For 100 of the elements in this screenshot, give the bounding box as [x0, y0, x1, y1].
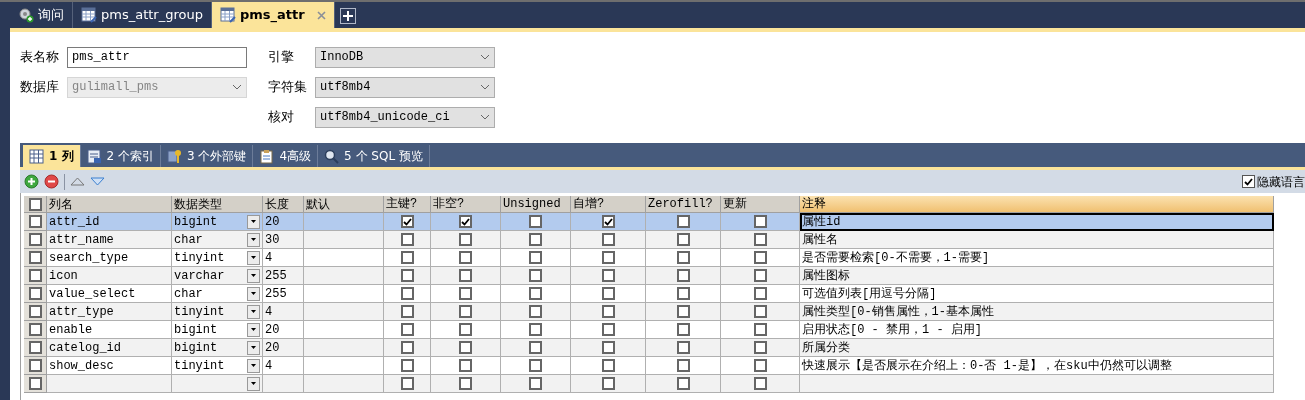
checkbox[interactable] [400, 287, 414, 300]
checkbox[interactable] [28, 197, 42, 211]
checkbox[interactable] [28, 377, 42, 390]
checkbox[interactable] [529, 233, 542, 246]
checkbox[interactable] [601, 287, 615, 300]
column-header[interactable]: Unsigned [501, 196, 571, 213]
checkbox[interactable] [753, 215, 767, 228]
checkbox[interactable] [601, 215, 615, 228]
checkbox[interactable] [529, 269, 542, 282]
checkbox[interactable] [400, 341, 414, 354]
column-header[interactable]: 非空? [431, 196, 501, 213]
checkbox[interactable] [676, 251, 690, 264]
checkbox[interactable] [28, 269, 42, 282]
checkbox[interactable] [28, 341, 42, 354]
dropdown-button[interactable] [247, 358, 260, 373]
checkbox[interactable] [753, 269, 767, 282]
checkbox[interactable] [459, 341, 472, 354]
checkbox[interactable] [459, 323, 472, 336]
checkbox[interactable] [529, 377, 542, 390]
checkbox[interactable] [753, 305, 767, 318]
checkbox[interactable] [601, 305, 615, 318]
checkbox[interactable] [400, 377, 414, 390]
checkbox[interactable] [676, 233, 690, 246]
add-icon[interactable] [24, 174, 39, 189]
checkbox[interactable] [28, 215, 42, 228]
move-down-icon[interactable] [90, 177, 105, 186]
checkbox[interactable] [459, 251, 472, 264]
checkbox[interactable] [459, 305, 472, 318]
checkbox[interactable] [676, 341, 690, 354]
dropdown[interactable]: utf8mb4 [315, 76, 495, 98]
checkbox[interactable] [529, 287, 542, 300]
checkbox[interactable] [459, 359, 472, 372]
tab[interactable]: 1 列 [23, 145, 81, 167]
checkbox[interactable] [28, 287, 42, 300]
column-header[interactable]: Zerofill? [646, 196, 721, 213]
column-header[interactable]: 列名 [47, 196, 172, 213]
column-header[interactable]: 主键? [384, 196, 431, 213]
checkbox[interactable] [601, 341, 615, 354]
close-icon[interactable] [316, 10, 326, 20]
checkbox[interactable] [400, 323, 414, 336]
checkbox[interactable] [529, 215, 542, 228]
dropdown-button[interactable] [247, 286, 260, 301]
checkbox[interactable] [28, 233, 42, 246]
checkbox[interactable] [529, 359, 542, 372]
checkbox[interactable] [459, 269, 472, 282]
checkbox[interactable] [676, 323, 690, 336]
column-header[interactable]: 默认 [304, 196, 384, 213]
checkbox[interactable] [753, 323, 767, 336]
dropdown-button[interactable] [247, 322, 260, 337]
column-header[interactable]: 长度 [263, 196, 304, 213]
text-field[interactable]: pms_attr [67, 46, 247, 68]
checkbox[interactable] [753, 359, 767, 372]
checkbox[interactable] [676, 215, 690, 228]
checkbox[interactable] [601, 233, 615, 246]
checkbox[interactable] [601, 359, 615, 372]
checkbox[interactable] [28, 305, 42, 318]
checkbox[interactable] [459, 233, 472, 246]
checkbox[interactable] [400, 359, 414, 372]
dropdown[interactable]: utf8mb4_unicode_ci [315, 106, 495, 128]
checkbox[interactable] [459, 287, 472, 300]
dropdown-button[interactable] [247, 214, 260, 229]
dropdown-button[interactable] [247, 268, 260, 283]
dropdown-button[interactable] [247, 232, 260, 247]
checkbox[interactable] [676, 377, 690, 390]
dropdown-button[interactable] [247, 376, 260, 391]
add-tab-button[interactable] [339, 8, 356, 24]
checkbox[interactable] [400, 251, 414, 264]
checkbox[interactable] [529, 341, 542, 354]
dropdown[interactable]: InnoDB [315, 46, 495, 68]
checkbox[interactable] [753, 251, 767, 264]
checkbox[interactable] [601, 377, 615, 390]
column-header[interactable]: 更新 [721, 196, 800, 213]
dropdown-button[interactable] [247, 304, 260, 319]
checkbox[interactable] [28, 251, 42, 264]
checkbox[interactable] [676, 287, 690, 300]
checkbox[interactable] [601, 251, 615, 264]
checkbox[interactable] [28, 359, 42, 372]
checkbox[interactable] [529, 251, 542, 264]
checkbox[interactable] [753, 233, 767, 246]
checkbox[interactable] [400, 269, 414, 282]
checkbox[interactable] [529, 305, 542, 318]
checkbox[interactable] [753, 341, 767, 354]
tab[interactable]: pms_attr [211, 2, 335, 28]
move-up-icon[interactable] [70, 177, 85, 186]
checkbox[interactable] [529, 323, 542, 336]
checkbox[interactable] [1242, 175, 1255, 188]
checkbox[interactable] [753, 287, 767, 300]
dropdown-button[interactable] [247, 340, 260, 355]
checkbox[interactable] [676, 269, 690, 282]
checkbox[interactable] [400, 305, 414, 318]
checkbox[interactable] [459, 377, 472, 390]
dropdown-button[interactable] [247, 250, 260, 265]
checkbox[interactable] [676, 305, 690, 318]
checkbox[interactable] [676, 359, 690, 372]
column-header[interactable]: 注释 [800, 196, 1274, 213]
checkbox[interactable] [400, 215, 414, 228]
checkbox[interactable] [459, 215, 472, 228]
checkbox[interactable] [753, 377, 767, 390]
column-header[interactable]: 数据类型 [172, 196, 263, 213]
checkbox[interactable] [28, 323, 42, 336]
